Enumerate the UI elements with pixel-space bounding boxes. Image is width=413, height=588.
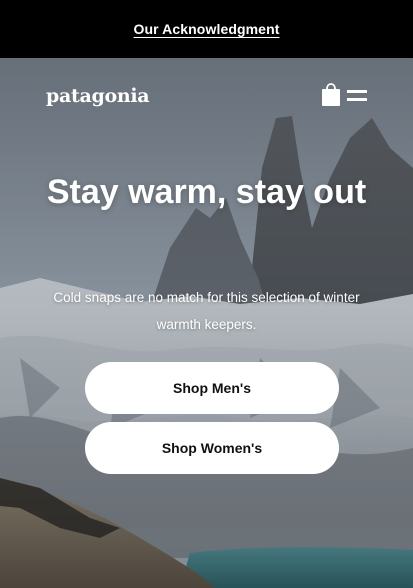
hero-subtext: Cold snaps are no match for this selecti… — [53, 290, 360, 332]
shop-womens-button[interactable]: Shop Women's — [85, 422, 339, 474]
announcement-bar: Our Acknowledgment — [0, 0, 413, 58]
patagonia-logo[interactable]: patagonia — [46, 85, 150, 107]
hero-headline: Stay warm, stay out — [46, 173, 367, 211]
acknowledgment-link[interactable]: Our Acknowledgment — [134, 21, 280, 37]
mobile-screen: Our Acknowledgment patagonia Stay warm, … — [0, 0, 413, 588]
shop-mens-button[interactable]: Shop Men's — [85, 362, 339, 414]
shopping-bag-icon[interactable] — [320, 83, 342, 107]
site-header: patagonia — [0, 58, 413, 138]
hamburger-menu-icon[interactable] — [347, 88, 367, 104]
hero-section: patagonia Stay warm, stay out Cold snaps… — [0, 58, 413, 588]
